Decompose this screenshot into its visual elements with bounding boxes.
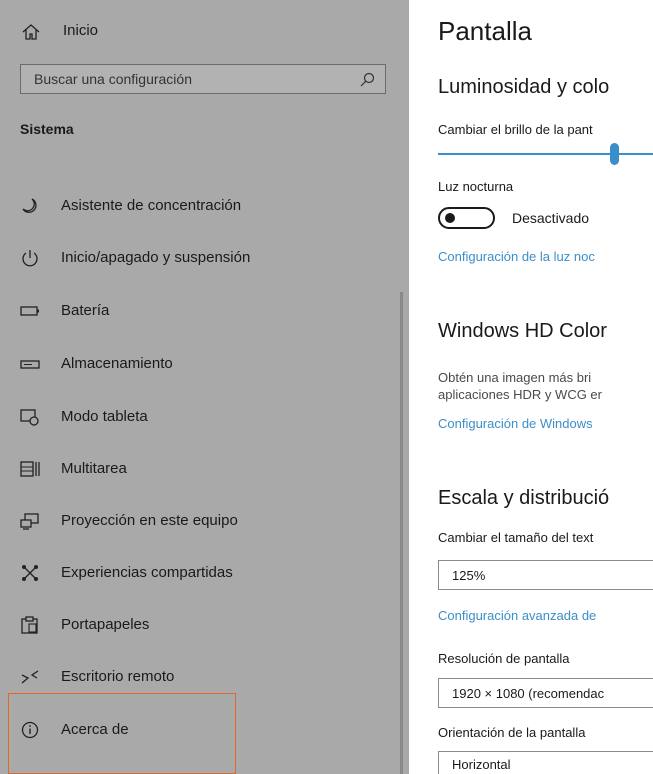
- sidebar-item-label: Modo tableta: [61, 408, 148, 425]
- power-icon: [22, 250, 38, 267]
- toggle-knob: [445, 213, 455, 223]
- sidebar-item-label: Multitarea: [61, 460, 127, 477]
- page-title: Pantalla: [438, 16, 532, 46]
- scale-heading: Escala y distribució: [438, 487, 610, 509]
- search-input[interactable]: Buscar una configuración: [20, 64, 386, 94]
- home-label: Inicio: [63, 22, 99, 39]
- sidebar-item-label: Batería: [61, 302, 110, 319]
- sidebar-item-remote-desktop[interactable]: Escritorio remoto: [0, 657, 400, 697]
- hd-color-heading: Windows HD Color: [438, 320, 607, 342]
- settings-sidebar: Inicio Buscar una configuración Sistema …: [0, 0, 409, 774]
- moon-icon: [22, 198, 37, 213]
- brightness-slider-track[interactable]: [438, 153, 653, 155]
- sidebar-item-power-sleep[interactable]: Inicio/apagado y suspensión: [0, 238, 400, 278]
- sidebar-item-battery[interactable]: Batería: [0, 291, 400, 331]
- hd-color-desc-line1: Obtén una imagen más bri: [438, 370, 592, 385]
- hd-color-settings-link[interactable]: Configuración de Windows: [438, 416, 593, 431]
- sidebar-item-shared-experiences[interactable]: Experiencias compartidas: [0, 553, 400, 593]
- search-icon[interactable]: [359, 72, 375, 88]
- orientation-value: Horizontal: [452, 757, 511, 772]
- info-icon: [21, 721, 39, 739]
- tablet-mode-icon: [20, 409, 39, 426]
- night-light-label: Luz nocturna: [438, 179, 514, 194]
- home-icon: [22, 24, 40, 40]
- scale-dropdown[interactable]: 125%: [438, 560, 653, 590]
- advanced-scaling-link[interactable]: Configuración avanzada de: [438, 608, 596, 623]
- brightness-heading: Luminosidad y colo: [438, 76, 610, 98]
- orientation-dropdown[interactable]: Horizontal: [438, 751, 653, 774]
- sidebar-item-label: Experiencias compartidas: [61, 564, 233, 581]
- brightness-label: Cambiar el brillo de la pant: [438, 122, 593, 137]
- sidebar-item-clipboard[interactable]: Portapapeles: [0, 605, 400, 645]
- sidebar-item-label: Escritorio remoto: [61, 668, 175, 685]
- sidebar-item-focus-assist[interactable]: Asistente de concentración: [0, 186, 400, 226]
- shared-experiences-icon: [22, 565, 38, 581]
- search-placeholder: Buscar una configuración: [34, 71, 192, 87]
- sidebar-item-about[interactable]: Acerca de: [0, 710, 400, 750]
- storage-icon: [20, 360, 40, 369]
- scale-value: 125%: [452, 568, 486, 583]
- home-nav-item[interactable]: Inicio: [0, 14, 400, 48]
- remote-desktop-icon: [21, 670, 39, 684]
- brightness-slider-thumb[interactable]: [610, 143, 619, 165]
- sidebar-item-label: Acerca de: [61, 721, 129, 738]
- sidebar-item-label: Asistente de concentración: [61, 197, 242, 214]
- sidebar-item-label: Inicio/apagado y suspensión: [61, 249, 251, 266]
- sidebar-item-multitasking[interactable]: Multitarea: [0, 449, 400, 489]
- night-light-toggle[interactable]: [438, 207, 495, 229]
- hd-color-desc-line2: aplicaciones HDR y WCG er: [438, 387, 602, 402]
- scale-label: Cambiar el tamaño del text: [438, 530, 594, 545]
- night-light-settings-link[interactable]: Configuración de la luz noc: [438, 249, 595, 264]
- sidebar-item-projecting[interactable]: Proyección en este equipo: [0, 501, 400, 541]
- clipboard-icon: [21, 616, 38, 634]
- display-settings-panel: Pantalla Luminosidad y colo Cambiar el b…: [409, 0, 653, 774]
- multitask-icon: [20, 461, 40, 477]
- resolution-value: 1920 × 1080 (recomendac: [452, 686, 605, 701]
- battery-icon: [20, 306, 39, 316]
- resolution-label: Resolución de pantalla: [438, 651, 570, 666]
- resolution-dropdown[interactable]: 1920 × 1080 (recomendac: [438, 678, 653, 708]
- night-light-state: Desactivado: [512, 210, 590, 226]
- orientation-label: Orientación de la pantalla: [438, 725, 586, 740]
- sidebar-item-storage[interactable]: Almacenamiento: [0, 344, 400, 384]
- projection-icon: [20, 513, 39, 530]
- sidebar-item-tablet-mode[interactable]: Modo tableta: [0, 397, 400, 437]
- section-title: Sistema: [20, 121, 74, 137]
- sidebar-item-label: Proyección en este equipo: [61, 512, 238, 529]
- sidebar-scrollbar[interactable]: [400, 292, 403, 774]
- sidebar-item-label: Almacenamiento: [61, 355, 173, 372]
- sidebar-item-label: Portapapeles: [61, 616, 150, 633]
